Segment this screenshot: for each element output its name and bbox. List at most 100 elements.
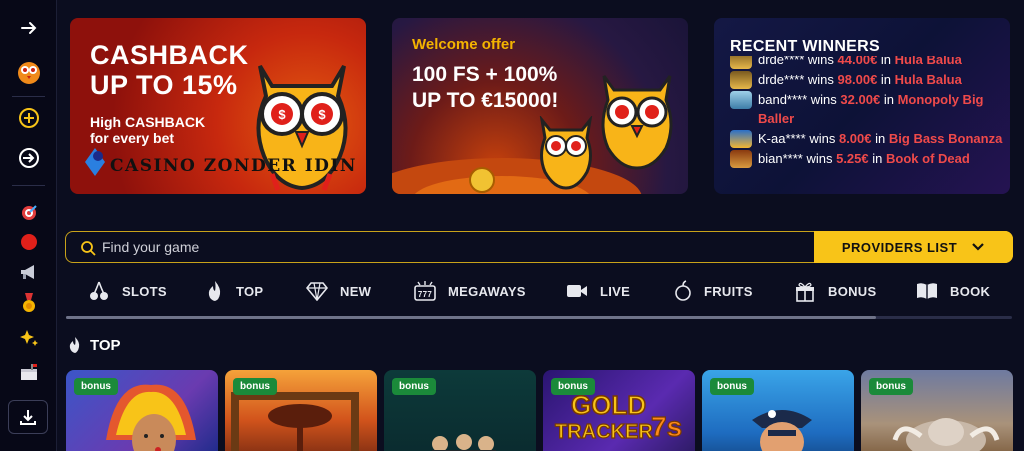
tab-label: NEW [340, 283, 372, 299]
tab-label: SLOTS [122, 283, 167, 299]
megaphone-icon [20, 265, 34, 279]
diamond-icon [306, 282, 328, 301]
welcome-offer-banner[interactable]: Welcome offer 100 FS + 100% UP TO €15000… [392, 18, 688, 194]
deposit-button[interactable] [0, 106, 57, 130]
winner-row[interactable]: band**** wins 32.00€ in Monopoly Big Bal… [730, 90, 1006, 128]
tab-top[interactable]: TOP [206, 276, 263, 306]
game-art [432, 434, 496, 451]
sidebar-item-achievements[interactable] [0, 292, 57, 314]
winner-row[interactable]: bian**** wins 5.25€ in Book of Dead [730, 149, 1006, 168]
welcome-offer-title: 100 FS + 100% UP TO €15000! [412, 63, 559, 112]
owl-mascot-small-icon [539, 116, 593, 190]
cherries-icon [90, 281, 108, 300]
tab-bonus[interactable]: BONUS [794, 276, 876, 306]
game-thumbnail [730, 71, 752, 89]
game-tile[interactable]: bonus [66, 370, 218, 451]
medal-icon [22, 293, 35, 312]
sidebar [0, 0, 57, 451]
logo-text-tracker: TRACKER [555, 421, 653, 443]
tab-label: LIVE [600, 283, 631, 299]
tab-megaways[interactable]: 777 MEGAWAYS [414, 276, 526, 306]
game-thumbnail [730, 56, 752, 69]
login-button[interactable] [0, 146, 57, 170]
sidebar-item-live[interactable] [0, 232, 57, 252]
cashback-banner[interactable]: CASHBACK UP TO 15% High CASHBACK for eve… [70, 18, 366, 194]
bonus-badge: bonus [74, 378, 118, 395]
tab-fruits[interactable]: FRUITS [674, 276, 753, 306]
game-thumbnail [730, 91, 752, 109]
svg-text:$: $ [278, 107, 286, 122]
sidebar-item-inbox[interactable] [0, 361, 57, 383]
game-tile[interactable]: bonus [225, 370, 377, 451]
winner-text: bian**** wins 5.25€ in Book of Dead [758, 151, 970, 166]
watermark-text: CASINO ZONDER IDIN [110, 156, 357, 176]
section-title: TOP [68, 336, 121, 354]
tab-live[interactable]: LIVE [566, 276, 630, 306]
book-icon [917, 283, 937, 299]
flame-icon [208, 281, 221, 301]
category-scrollbar-thumb[interactable] [66, 316, 876, 319]
cashback-title: CASHBACK UP TO 15% [90, 40, 249, 100]
mailbox-icon [20, 364, 37, 380]
game-tile[interactable]: bonus [861, 370, 1013, 451]
logo-owl-icon[interactable] [0, 56, 57, 88]
game-art [752, 410, 812, 451]
arrow-right-icon [20, 22, 36, 34]
login-icon [18, 148, 39, 168]
owl-mascot-large-icon [601, 75, 673, 170]
recent-winners-list[interactable]: drde**** wins 44.00€ in Hula Balua drde*… [730, 56, 1006, 194]
bonus-badge: bonus [551, 378, 595, 395]
download-icon [20, 410, 36, 425]
target-icon [21, 205, 37, 220]
red-circle-icon [20, 234, 37, 250]
game-art [231, 392, 359, 451]
chevron-down-icon [972, 243, 984, 251]
download-app-button[interactable] [8, 400, 48, 434]
plus-circle-icon [18, 108, 39, 128]
tab-label: BOOK [950, 283, 991, 299]
game-art [892, 418, 1000, 451]
winner-row[interactable]: drde**** wins 98.00€ in Hula Balua [730, 70, 1006, 89]
bonus-badge: bonus [869, 378, 913, 395]
winner-text: drde**** wins 44.00€ in Hula Balua [758, 56, 962, 67]
svg-text:777: 777 [418, 290, 432, 299]
sidebar-item-promotions[interactable] [0, 262, 57, 282]
search-input[interactable] [102, 239, 702, 255]
flame-icon [69, 337, 80, 353]
sidebar-item-new[interactable] [0, 327, 57, 349]
providers-list-button[interactable]: PROVIDERS LIST [814, 231, 1013, 263]
apple-icon [675, 280, 691, 301]
game-search-bar: PROVIDERS LIST [65, 231, 1013, 263]
game-thumbnail [730, 150, 752, 168]
winner-text: drde**** wins 98.00€ in Hula Balua [758, 72, 962, 87]
video-camera-icon [567, 285, 587, 297]
game-tile[interactable]: bonus [702, 370, 854, 451]
tab-label: FRUITS [704, 283, 753, 299]
svg-text:$: $ [318, 107, 326, 122]
tab-label: MEGAWAYS [448, 283, 526, 299]
bonus-badge: bonus [392, 378, 436, 395]
game-thumbnail [730, 130, 752, 148]
section-title-label: TOP [90, 336, 121, 354]
sparkles-icon [19, 330, 38, 346]
recent-winners-panel: RECENT WINNERS drde**** wins 44.00€ in H… [714, 18, 1010, 194]
recent-winners-title: RECENT WINNERS [730, 38, 880, 55]
game-tile[interactable]: bonus [384, 370, 536, 451]
search-icon [81, 241, 96, 256]
category-tabs: SLOTS TOP NEW 777 MEGAWAYS LIVE FRUITS B… [72, 276, 1012, 306]
tab-book[interactable]: BOOK [916, 276, 990, 306]
game-tile[interactable]: GOLD TRACKER 7s bonus [543, 370, 695, 451]
gift-icon [796, 282, 814, 302]
tab-slots[interactable]: SLOTS [88, 276, 167, 306]
expand-sidebar-button[interactable] [0, 16, 57, 40]
sidebar-item-target[interactable] [0, 202, 57, 222]
tab-label: TOP [236, 283, 264, 299]
winner-text: K-aa**** wins 8.00€ in Big Bass Bonanza [758, 131, 1003, 146]
bonus-badge: bonus [233, 378, 277, 395]
tab-new[interactable]: NEW [306, 276, 371, 306]
winner-row[interactable]: K-aa**** wins 8.00€ in Big Bass Bonanza [730, 129, 1006, 148]
welcome-offer-tag: Welcome offer [412, 36, 516, 53]
logo-text-7s: 7s [651, 411, 682, 442]
winner-row[interactable]: drde**** wins 44.00€ in Hula Balua [730, 56, 1006, 69]
card-suit-icon [85, 148, 105, 176]
